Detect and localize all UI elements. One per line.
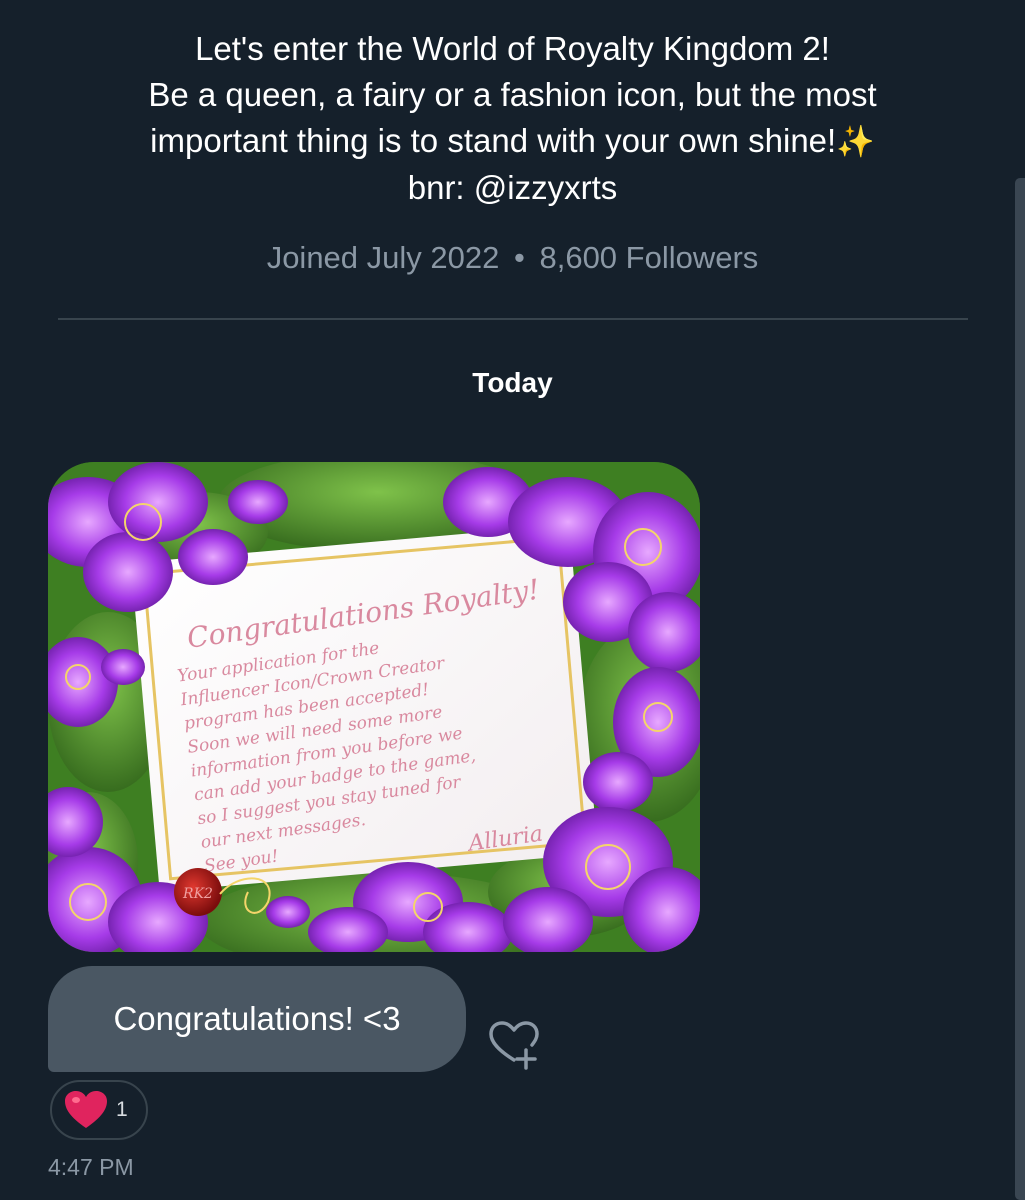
meta-separator: • [513, 240, 525, 275]
seal-text: RK2 [182, 886, 213, 902]
profile-meta: Joined July 2022 • 8,600 Followers [0, 240, 1025, 276]
bio-line-3: important thing is to stand with your ow… [0, 118, 1025, 165]
heart-plus-icon [489, 1021, 539, 1070]
dm-conversation: Let's enter the World of Royalty Kingdom… [0, 0, 1025, 1200]
bio-line-1: Let's enter the World of Royalty Kingdom… [195, 30, 830, 67]
congratulations-card-image: Congratulations Royalty! Your applicatio… [48, 462, 700, 952]
add-reaction-button[interactable] [488, 1020, 544, 1070]
profile-bio: Let's enter the World of Royalty Kingdom… [0, 26, 1025, 211]
sparkles-emoji: ✨ [836, 124, 875, 159]
reaction-count: 1 [116, 1098, 128, 1121]
message-text: Congratulations! <3 [113, 1000, 401, 1037]
reaction-pill[interactable]: 1 [50, 1080, 148, 1140]
divider [58, 318, 968, 320]
followers-count[interactable]: 8,600 Followers [539, 240, 758, 275]
scrollbar[interactable] [1015, 178, 1025, 1200]
bio-line-2: Be a queen, a fairy or a fashion icon, b… [148, 76, 877, 113]
image-attachment[interactable]: Congratulations Royalty! Your applicatio… [48, 462, 700, 952]
bio-line-4: bnr: @izzyxrts [407, 169, 618, 206]
heart-icon [65, 1091, 107, 1128]
message-bubble[interactable]: Congratulations! <3 [48, 966, 466, 1072]
date-separator: Today [472, 367, 553, 398]
message-timestamp: 4:47 PM [48, 1154, 134, 1180]
bio-line-3-text: important thing is to stand with your ow… [150, 122, 837, 159]
joined-date: Joined July 2022 [266, 240, 500, 275]
